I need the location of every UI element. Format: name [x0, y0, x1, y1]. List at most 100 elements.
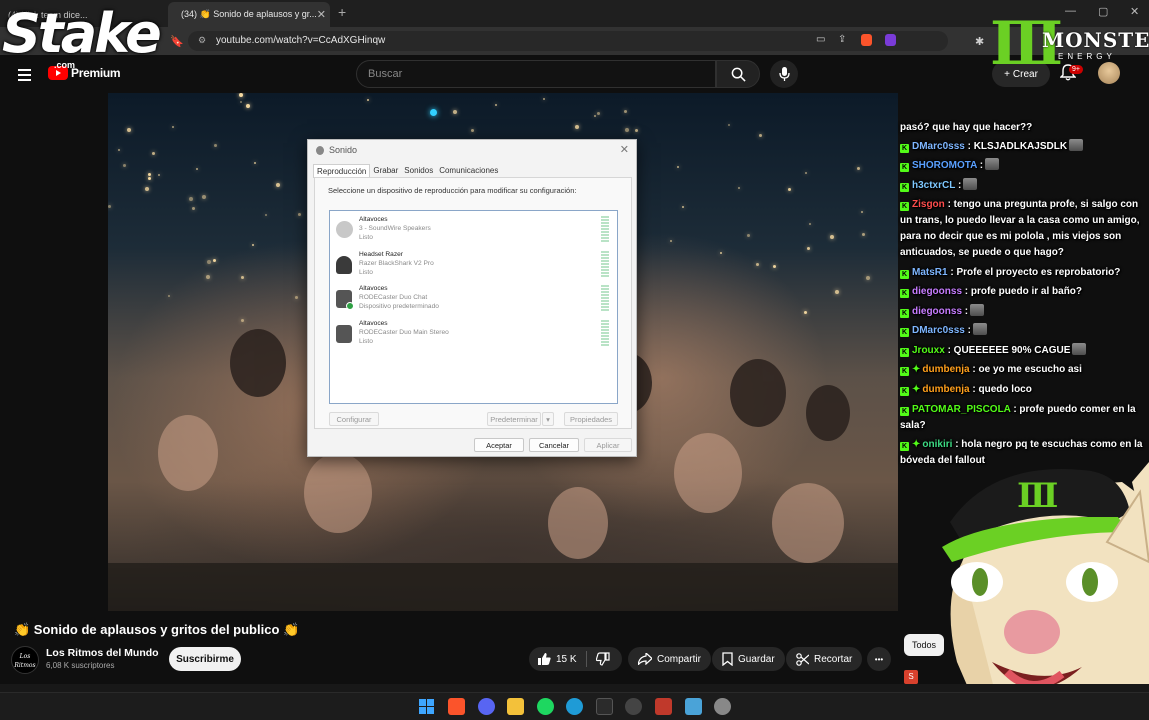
chat-username[interactable]: onikiri: [922, 439, 952, 450]
set-default-dropdown-icon[interactable]: ▾: [542, 412, 554, 426]
chat-text: : oe yo me escucho asi: [972, 364, 1082, 375]
device-item[interactable]: Headset Razer Razer BlackShark V2 Pro List…: [333, 250, 613, 280]
chat-username[interactable]: PATOMAR_PISCOLA: [912, 404, 1011, 415]
chat-username[interactable]: dumbenja: [922, 364, 969, 375]
chat-username[interactable]: Jrouxx: [912, 345, 945, 356]
like-dislike-group: 15 K: [529, 647, 622, 671]
close-tab-icon[interactable]: ✕: [317, 8, 326, 21]
search-input[interactable]: Buscar: [356, 60, 716, 88]
share-page-icon[interactable]: ⇪: [838, 34, 846, 45]
url-field[interactable]: ⚙ youtube.com/watch?v=CcAdXGHinqw ▭ ⇪: [188, 31, 948, 51]
chat-username[interactable]: SHOROMOTA: [912, 160, 977, 171]
sound-dialog: Sonido ✕ Reproducción Grabar Sonidos Com…: [307, 139, 637, 457]
app-icon[interactable]: [625, 698, 642, 715]
chat-username[interactable]: dumbenja: [922, 384, 969, 395]
discord-icon[interactable]: [478, 698, 495, 715]
chat-message: Kdiegoonss :: [900, 304, 1148, 320]
clip-button[interactable]: Recortar: [786, 647, 863, 671]
subscribe-button[interactable]: Suscribirme: [169, 647, 241, 671]
tab-playback[interactable]: Reproducción: [313, 164, 371, 178]
configure-button[interactable]: Configurar: [329, 412, 379, 426]
device-name: Altavoces: [359, 320, 388, 327]
windows-start-icon[interactable]: [418, 698, 435, 715]
browser-tab-youtube[interactable]: (34) 👏 Sonido de aplausos y gr... ✕: [168, 2, 330, 27]
clip-label: Recortar: [814, 653, 853, 665]
search-placeholder: Buscar: [368, 68, 403, 80]
ok-button[interactable]: Aceptar: [474, 438, 524, 452]
emote-icon: [972, 323, 987, 335]
playback-device-list: Altavoces 3 - SoundWire Speakers Listo Hea…: [329, 210, 618, 404]
device-item[interactable]: Altavoces 3 - SoundWire Speakers Listo: [333, 215, 613, 245]
tab-recording[interactable]: Grabar: [370, 164, 401, 178]
chat-username[interactable]: diegoonss: [912, 306, 962, 317]
bookmark-icon[interactable]: 🔖: [170, 35, 184, 48]
default-check-icon: [346, 302, 354, 310]
tab-communications[interactable]: Comunicaciones: [436, 164, 501, 178]
device-item[interactable]: Altavoces RODECaster Duo Main Stereo Listo: [333, 319, 613, 349]
chat-username[interactable]: Zisgon: [912, 199, 945, 210]
page-scroll-area: [0, 684, 1149, 692]
kick-badge-icon: K: [900, 202, 909, 211]
monster-claw-icon: Ⅲ: [1017, 476, 1058, 516]
chat-username[interactable]: DMarc0sss: [912, 141, 965, 152]
voice-search-button[interactable]: [770, 60, 798, 88]
thumbs-down-icon[interactable]: [595, 652, 610, 666]
chat-text: : QUEEEEEE 90% CAGUE: [947, 345, 1071, 356]
app-icon[interactable]: [655, 698, 672, 715]
channel-avatar[interactable]: Los Ritmos: [11, 646, 39, 674]
brave-browser-icon[interactable]: [448, 698, 465, 715]
more-actions-button[interactable]: •••: [867, 647, 891, 671]
thumbs-up-icon[interactable]: [537, 652, 551, 666]
chat-message: K ✦ dumbenja : quedo loco: [900, 382, 1148, 398]
new-tab-button[interactable]: +: [338, 4, 346, 20]
logo-label: Premium: [71, 66, 121, 80]
brave-rewards-icon[interactable]: [885, 34, 896, 46]
spotify-icon[interactable]: [537, 698, 554, 715]
edge-browser-icon[interactable]: [566, 698, 583, 715]
chat-username[interactable]: h3ctxrCL: [912, 180, 955, 191]
search-icon: [731, 67, 746, 82]
kick-badge-icon: K: [900, 270, 909, 279]
set-default-button[interactable]: Predeterminar: [487, 412, 541, 426]
level-meter: [601, 285, 609, 311]
cast-icon[interactable]: ▭: [816, 34, 825, 45]
cat-mascot-avatar: Ⅲ: [942, 462, 1149, 720]
file-explorer-icon[interactable]: [507, 698, 524, 715]
chat-text: : KLSJADLKAJSDLK: [967, 141, 1068, 152]
properties-button[interactable]: Propiedades: [564, 412, 618, 426]
dialog-close-button[interactable]: ✕: [620, 143, 629, 156]
extensions-icon[interactable]: ✱: [975, 35, 984, 48]
dialog-instruction: Seleccione un dispositivo de reproducció…: [328, 186, 577, 195]
device-name: Altavoces: [359, 285, 388, 292]
device-desc: RODECaster Duo Main Stereo: [359, 328, 449, 336]
speaker-icon: [336, 221, 353, 238]
app-icon[interactable]: [714, 698, 731, 715]
chat-message: K SHOROMOTA :: [900, 158, 1148, 174]
filter-chip-all[interactable]: Todos: [904, 634, 944, 656]
share-icon: [638, 653, 652, 665]
suggested-video-thumbnail[interactable]: S: [904, 670, 918, 684]
channel-name[interactable]: Los Ritmos del Mundo: [46, 647, 159, 659]
cancel-button[interactable]: Cancelar: [529, 438, 579, 452]
apply-button[interactable]: Aplicar: [584, 438, 632, 452]
tab-sounds[interactable]: Sonidos: [401, 164, 436, 178]
chat-username[interactable]: DMarc0sss: [912, 325, 965, 336]
site-info-icon[interactable]: ⚙: [198, 35, 206, 46]
chat-username[interactable]: diegoonss: [912, 286, 962, 297]
like-count[interactable]: 15 K: [556, 654, 577, 665]
monster-energy-logo: Ⅲ MONSTER ENERGY: [990, 14, 1149, 76]
device-item-default[interactable]: Altavoces RODECaster Duo Chat Dispositivo …: [333, 284, 613, 314]
save-button[interactable]: Guardar: [712, 647, 785, 671]
subscriber-badge-icon: ✦: [912, 439, 921, 450]
obs-icon[interactable]: [596, 698, 613, 715]
brave-shield-icon[interactable]: [861, 34, 872, 46]
chat-username[interactable]: MatsR1: [912, 267, 948, 278]
chat-text: : profe puedo ir al baño?: [964, 286, 1083, 297]
app-icon[interactable]: [685, 698, 702, 715]
dialog-title: Sonido: [329, 145, 358, 155]
search-button[interactable]: [716, 60, 760, 88]
kick-badge-icon: K: [900, 442, 909, 451]
share-button[interactable]: Compartir: [628, 647, 711, 671]
hamburger-menu-icon[interactable]: [18, 69, 31, 84]
youtube-header: Buscar + Crear: [0, 55, 1149, 93]
